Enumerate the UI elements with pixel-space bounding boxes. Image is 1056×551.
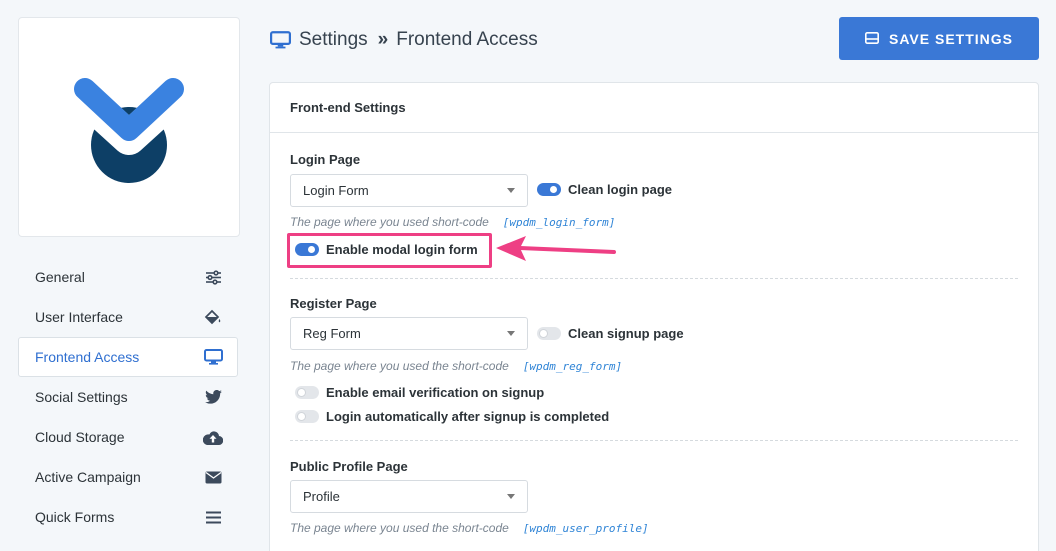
desktop-icon (270, 31, 291, 49)
page-title: Settings » Frontend Access (270, 27, 538, 53)
profile-page-select[interactable]: Profile (290, 480, 528, 513)
toggle-switch[interactable] (295, 386, 319, 399)
sidebar-item-cloud-storage[interactable]: Cloud Storage (18, 417, 238, 457)
sidebar-item-general[interactable]: General (18, 257, 238, 297)
hint-text: The page where you used short-code (290, 215, 489, 229)
login-page-label: Login Page (290, 152, 361, 167)
shortcode-register: [wpdm_reg_form] (522, 360, 623, 373)
sidebar-item-label: Quick Forms (35, 509, 115, 525)
twitter-icon (203, 387, 223, 407)
section-divider (290, 278, 1018, 279)
sidebar-item-quick-forms[interactable]: Quick Forms (18, 497, 238, 537)
chevron-down-icon (507, 494, 515, 499)
section-divider (290, 440, 1018, 441)
sidebar-item-user-interface[interactable]: User Interface (18, 297, 238, 337)
brand-logo-card (18, 17, 240, 237)
register-page-select-value: Reg Form (303, 326, 361, 341)
clean-login-page-toggle[interactable]: Clean login page (537, 182, 672, 197)
envelope-icon (203, 467, 223, 487)
annotation-highlight-box (287, 233, 492, 268)
register-page-hint: The page where you used the short-code [w… (290, 359, 622, 373)
toggle-switch[interactable] (537, 327, 561, 340)
sidebar-item-active-campaign[interactable]: Active Campaign (18, 457, 238, 497)
sidebar-item-label: Social Settings (35, 389, 128, 405)
panel-title: Front-end Settings (270, 83, 1038, 133)
cloud-upload-icon (203, 427, 223, 447)
shortcode-login: [wpdm_login_form] (502, 216, 616, 229)
breadcrumb-separator: » (377, 29, 388, 50)
hint-text: The page where you used the short-code (290, 359, 509, 373)
profile-page-hint: The page where you used the short-code [w… (290, 521, 649, 535)
chevron-down-icon (507, 188, 515, 193)
sliders-icon (203, 267, 223, 287)
sidebar-item-label: Frontend Access (35, 349, 140, 365)
sidebar-item-label: General (35, 269, 85, 285)
profile-page-label: Public Profile Page (290, 459, 408, 474)
toggle-label: Clean login page (568, 182, 673, 197)
sidebar-item-label: User Interface (35, 309, 123, 325)
sidebar-item-frontend-access[interactable]: Frontend Access (18, 337, 238, 377)
email-verification-toggle[interactable]: Enable email verification on signup (295, 385, 544, 400)
toggle-switch[interactable] (295, 410, 319, 423)
auto-login-toggle[interactable]: Login automatically after signup is comp… (295, 409, 609, 424)
register-page-label: Register Page (290, 296, 377, 311)
profile-page-select-value: Profile (303, 489, 340, 504)
save-button-label: SAVE SETTINGS (889, 30, 1013, 47)
desktop-icon (203, 347, 223, 367)
toggle-label: Clean signup page (568, 326, 684, 341)
shortcode-profile: [wpdm_user_profile] (522, 522, 649, 535)
paint-bucket-icon (203, 307, 223, 327)
sidebar-item-social-settings[interactable]: Social Settings (18, 377, 238, 417)
toggle-label: Login automatically after signup is comp… (326, 409, 610, 424)
login-page-select[interactable]: Login Form (290, 174, 528, 207)
sidebar-item-label: Cloud Storage (35, 429, 125, 445)
save-icon (865, 31, 879, 47)
breadcrumb-frontend-access: Frontend Access (396, 29, 538, 50)
sidebar-nav: General User Interface Frontend Access S… (18, 257, 238, 537)
bars-icon (203, 507, 223, 527)
toggle-label: Enable email verification on signup (326, 385, 545, 400)
toggle-switch[interactable] (537, 183, 561, 196)
save-settings-button[interactable]: SAVE SETTINGS (839, 17, 1039, 60)
clean-signup-page-toggle[interactable]: Clean signup page (537, 326, 684, 341)
sidebar-item-label: Active Campaign (35, 469, 141, 485)
register-page-select[interactable]: Reg Form (290, 317, 528, 350)
login-page-hint: The page where you used short-code [wpdm_… (290, 215, 615, 229)
chevron-down-icon (507, 331, 515, 336)
login-page-select-value: Login Form (303, 183, 369, 198)
breadcrumb-settings: Settings (299, 29, 368, 50)
brand-logo-icon (58, 72, 200, 183)
hint-text: The page where you used the short-code (290, 521, 509, 535)
annotation-arrow-icon (496, 236, 616, 261)
